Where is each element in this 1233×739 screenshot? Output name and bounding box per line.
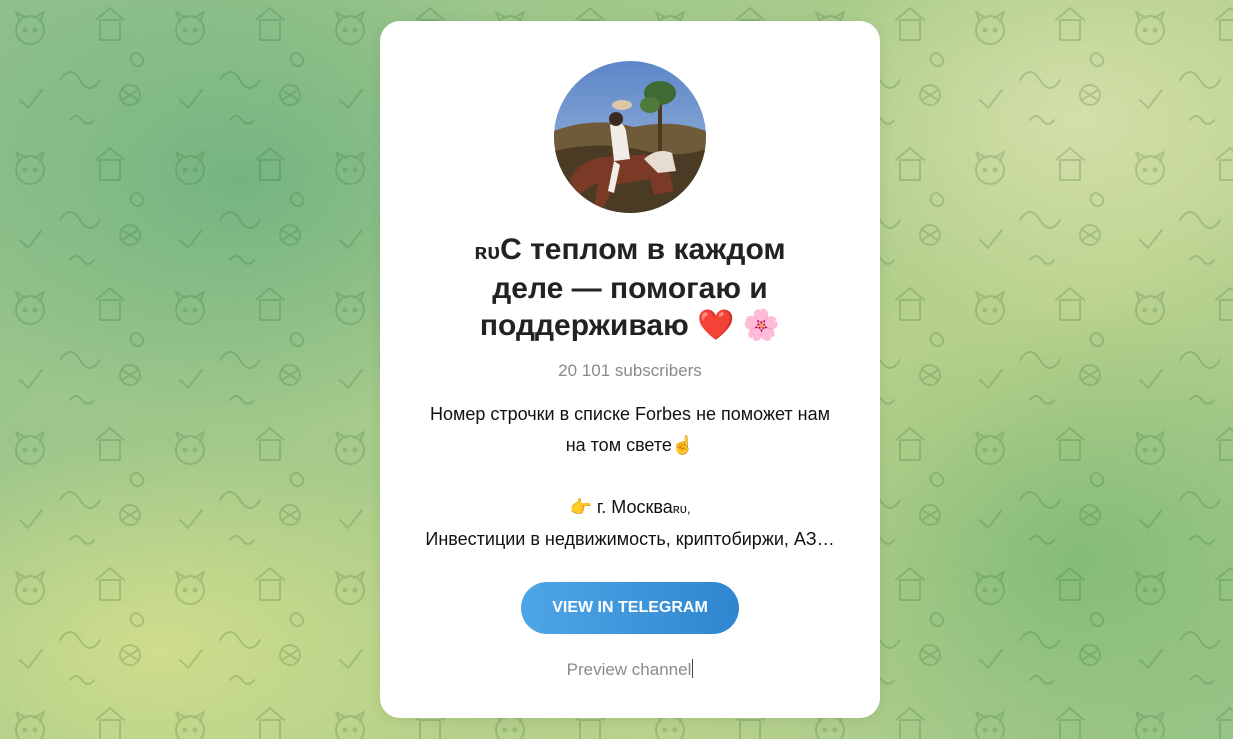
channel-description: Номер строчки в списке Forbes не поможет… [390,399,870,555]
preview-channel-link[interactable]: Preview channel [380,659,880,680]
description-line-4: Инвестиции в недвижимость, криптобиржи, … [425,529,835,549]
channel-card: ʀᴜС теплом в каждом деле — помогаю и под… [380,21,880,718]
title-line-3: поддерживаю [479,309,689,342]
view-in-telegram-button[interactable]: VIEW IN TELEGRAM [521,582,739,634]
subscriber-count: 20 101 subscribers [558,361,702,380]
description-line-3: 👉 г. Москваʀᴜ, [390,492,870,524]
avatar-image [554,61,706,213]
channel-title: ʀᴜС теплом в каждом деле — помогаю и под… [420,231,840,344]
preview-channel-label: Preview channel [566,660,692,679]
text-cursor [692,659,694,678]
channel-avatar [554,61,706,213]
description-line-1: Номер строчки в списке Forbes не поможет… [430,404,830,424]
title-line-2: деле — помогаю и [492,272,768,305]
description-line-2: на том свете☝️ [565,435,695,455]
description-region-suffix: ʀᴜ, [672,501,691,516]
pointing-hand-icon: 👉 [569,497,592,517]
description-city: г. Москва [591,497,673,517]
title-emoji: ❤️ 🌸 [697,309,781,342]
title-region-prefix: ʀᴜ [474,239,501,264]
title-line-1: С теплом в каждом [500,233,786,266]
